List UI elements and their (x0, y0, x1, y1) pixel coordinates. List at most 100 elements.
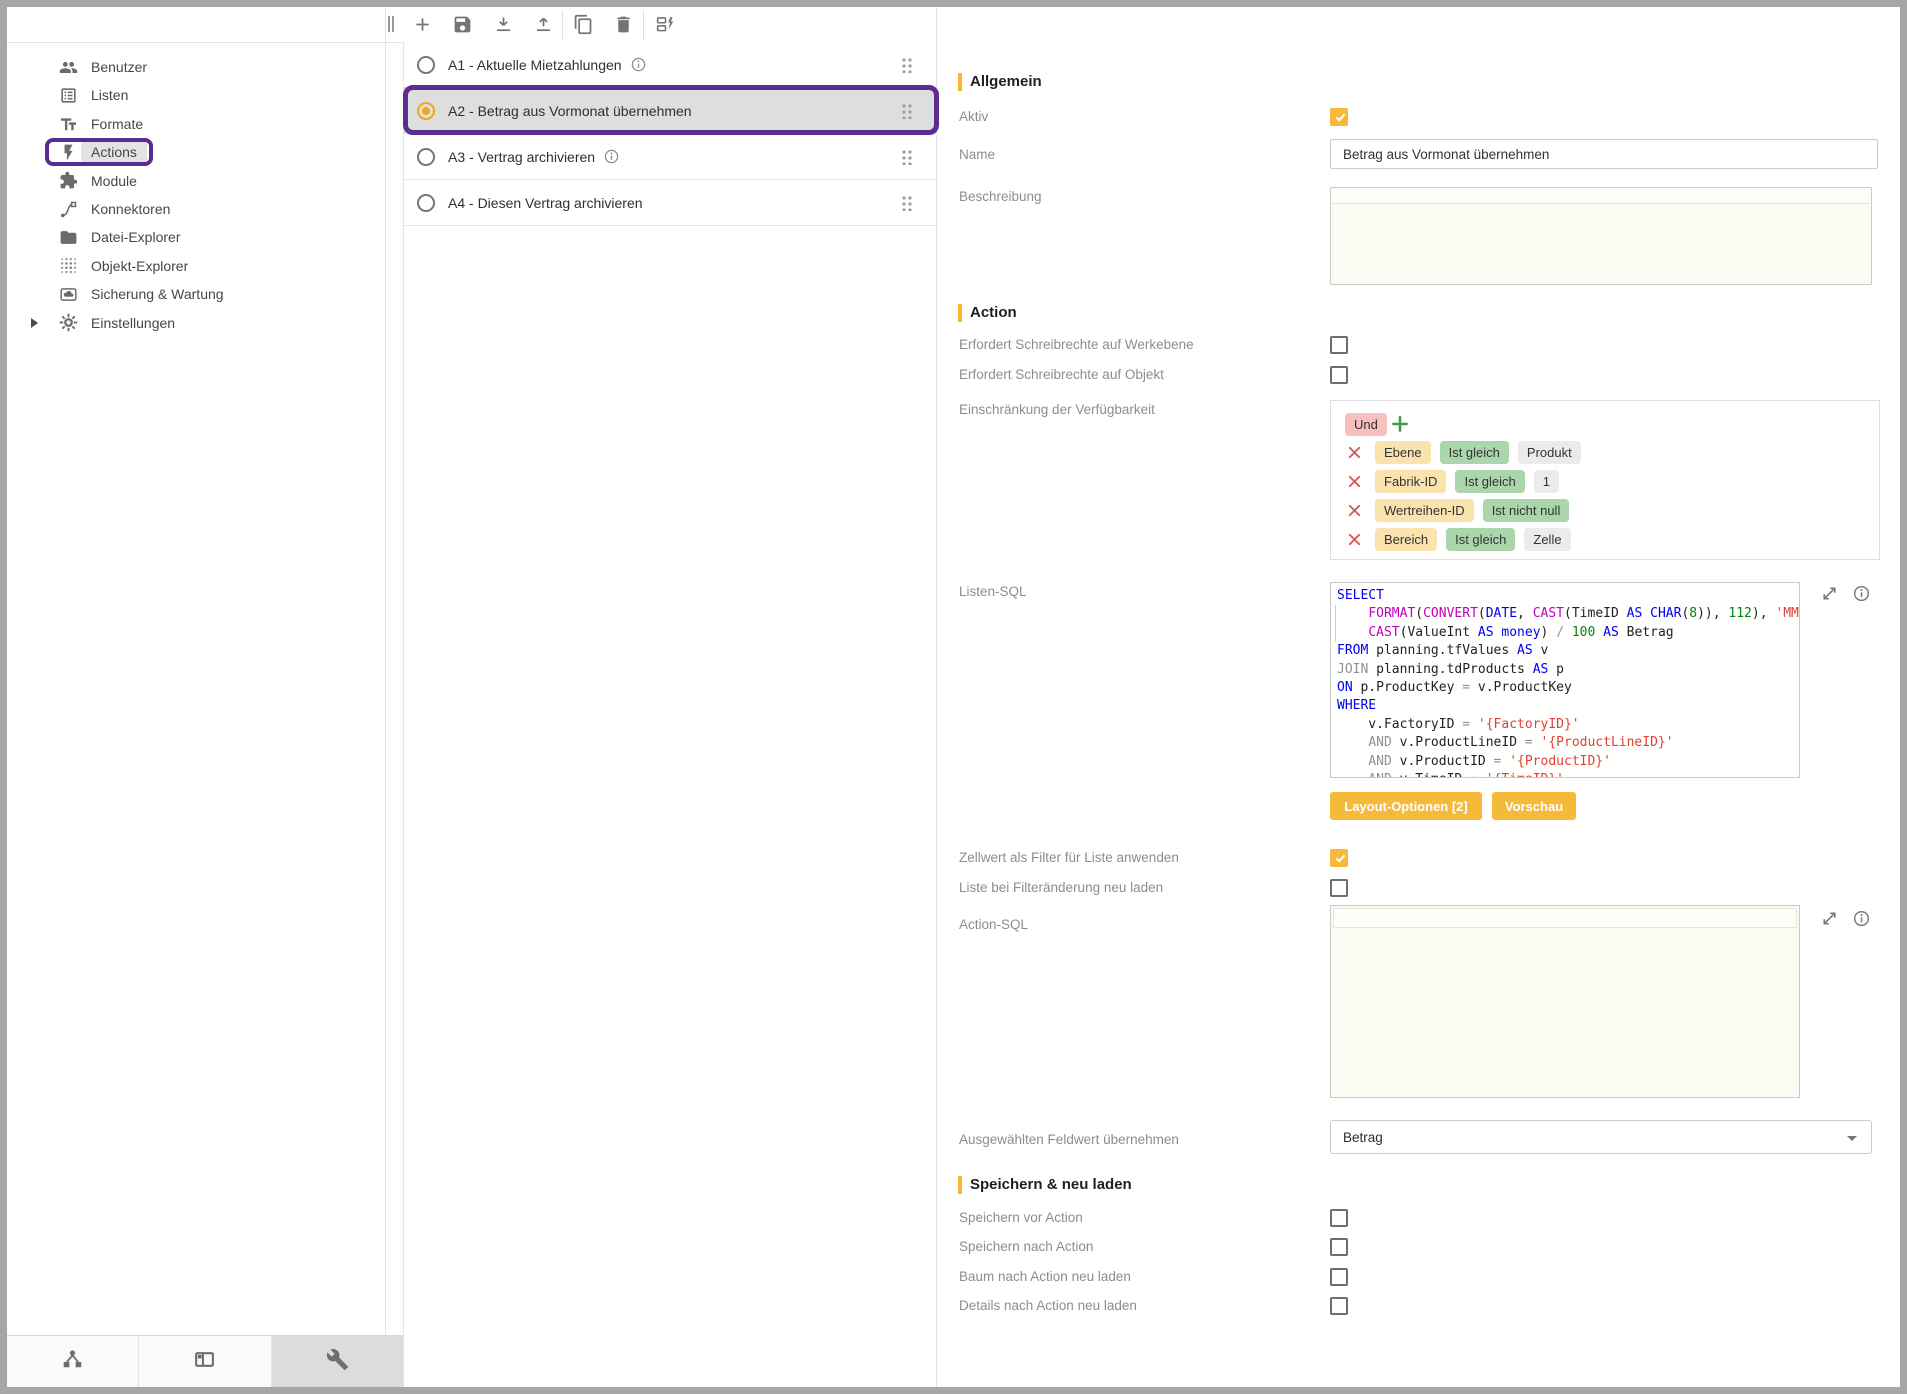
remove-condition-icon[interactable] (1347, 532, 1362, 547)
connector-icon (58, 199, 78, 219)
tree-icon (61, 1348, 84, 1376)
radio-button[interactable] (417, 148, 435, 166)
toolbar-action-list-button[interactable] (652, 11, 678, 37)
grid-icon (58, 256, 78, 276)
sidebar-item-benutzer[interactable]: Benutzer (7, 53, 385, 81)
drag-handle-icon[interactable] (901, 57, 912, 73)
section-bar (958, 1176, 962, 1194)
sidebar-item-objekt-explorer[interactable]: Objekt-Explorer (7, 252, 385, 280)
section-title-allgemein: Allgemein (970, 73, 1042, 91)
splitter-handle-icon[interactable] (388, 16, 394, 32)
condition-value-chip[interactable]: Zelle (1524, 528, 1570, 551)
sidebar-tab-tree[interactable] (7, 1336, 139, 1387)
lightning-icon (58, 142, 78, 162)
field-select-label: Ausgewählten Feldwert übernehmen (959, 1132, 1179, 1148)
sidebar-item-label: Konnektoren (91, 201, 170, 217)
layout-options-button[interactable]: Layout-Optionen [2] (1330, 792, 1482, 820)
aktiv-label: Aktiv (959, 109, 988, 125)
condition-operator-chip[interactable]: Ist gleich (1446, 528, 1515, 551)
save-option-checkbox-speichern-nach-action[interactable] (1330, 1238, 1348, 1256)
wrench-icon (326, 1348, 349, 1376)
section-title-action: Action (970, 304, 1017, 322)
action-list-item[interactable]: A4 - Diesen Vertrag archivieren (404, 180, 936, 226)
sidebar-item-module[interactable]: Module (7, 167, 385, 195)
sidebar-tab-wrench[interactable] (272, 1336, 403, 1387)
sidebar-item-sicherung-wartung[interactable]: Sicherung & Wartung (7, 280, 385, 308)
listen-sql-editor[interactable]: SELECT FORMAT(CONVERT(DATE, CAST(TimeID … (1330, 582, 1800, 778)
sql-line: FROM planning.tfValues AS v (1337, 642, 1799, 660)
info-icon[interactable] (1852, 909, 1871, 928)
beschreibung-textarea[interactable] (1330, 187, 1872, 285)
beschreibung-firstline (1332, 189, 1870, 204)
save-option-label: Speichern nach Action (959, 1239, 1093, 1255)
toolbar-download-button[interactable] (490, 11, 516, 37)
condition-field-chip[interactable]: Ebene (1375, 441, 1431, 464)
condition-row: Fabrik-ID Ist gleich 1 (1347, 469, 1559, 493)
radio-button[interactable] (417, 102, 435, 120)
sidebar-item-konnektoren[interactable]: Konnektoren (7, 195, 385, 223)
radio-button[interactable] (417, 56, 435, 74)
sidebar-item-listen[interactable]: Listen (7, 81, 385, 109)
sql-line: SELECT (1337, 587, 1799, 605)
cell-filter-checkbox[interactable] (1330, 849, 1348, 867)
listen-sql-label: Listen-SQL (959, 584, 1027, 600)
sidebar-item-datei-explorer[interactable]: Datei-Explorer (7, 223, 385, 251)
sidebar-item-formate[interactable]: Formate (7, 110, 385, 138)
toolbar-upload-button[interactable] (530, 11, 556, 37)
list-icon (58, 85, 78, 105)
condition-row: Wertreihen-ID Ist nicht null (1347, 498, 1569, 522)
toolbar-separator (643, 10, 644, 40)
save-option-label: Baum nach Action neu laden (959, 1269, 1131, 1285)
action-list-item[interactable]: A3 - Vertrag archivieren (404, 134, 936, 180)
condition-operator-chip[interactable]: Und (1345, 413, 1387, 436)
app-window: BenutzerListenFormateActionsModule Konnek… (0, 0, 1907, 1394)
condition-operator-chip[interactable]: Ist gleich (1440, 441, 1509, 464)
write-object-checkbox[interactable] (1330, 366, 1348, 384)
condition-field-chip[interactable]: Bereich (1375, 528, 1437, 551)
save-option-checkbox-baum-nach-action-neu-laden[interactable] (1330, 1268, 1348, 1286)
write-factory-checkbox[interactable] (1330, 336, 1348, 354)
condition-field-chip[interactable]: Fabrik-ID (1375, 470, 1446, 493)
drag-handle-icon[interactable] (901, 149, 912, 165)
remove-condition-icon[interactable] (1347, 474, 1362, 489)
sql-line: AND v.ProductLineID = '{ProductLineID}' (1337, 734, 1799, 752)
save-option-checkbox-details-nach-action-neu-laden[interactable] (1330, 1297, 1348, 1315)
action-list-item[interactable]: A2 - Betrag aus Vormonat übernehmen (404, 88, 936, 134)
condition-value-chip[interactable]: 1 (1534, 470, 1559, 493)
sidebar-item-actions[interactable]: Actions (7, 138, 385, 166)
sidebar-tab-layout[interactable] (139, 1336, 271, 1387)
drag-handle-icon[interactable] (901, 103, 912, 119)
sql-line: v.FactoryID = '{FactoryID}' (1337, 716, 1799, 734)
sidebar-item-einstellungen[interactable]: Einstellungen (7, 309, 385, 337)
backup-icon (58, 284, 78, 304)
remove-condition-icon[interactable] (1347, 445, 1362, 460)
toolbar-add-button[interactable] (409, 11, 435, 37)
name-input[interactable] (1330, 139, 1878, 169)
action-sql-editor[interactable] (1330, 905, 1800, 1098)
aktiv-checkbox[interactable] (1330, 108, 1348, 126)
save-option-checkbox-speichern-vor-action[interactable] (1330, 1209, 1348, 1227)
condition-operator-chip[interactable]: Ist gleich (1455, 470, 1524, 493)
toolbar-copy-button[interactable] (570, 11, 596, 37)
expand-icon[interactable] (1820, 584, 1839, 603)
condition-field-chip[interactable]: Wertreihen-ID (1375, 499, 1474, 522)
radio-button[interactable] (417, 194, 435, 212)
preview-button[interactable]: Vorschau (1492, 792, 1576, 820)
info-icon[interactable] (1852, 584, 1871, 603)
toolbar-save-button[interactable] (449, 11, 475, 37)
info-icon[interactable] (603, 148, 620, 165)
reload-list-checkbox[interactable] (1330, 879, 1348, 897)
field-select[interactable]: Betrag (1330, 1120, 1872, 1154)
toolbar-delete-button[interactable] (610, 11, 636, 37)
condition-operator-chip[interactable]: Ist nicht null (1483, 499, 1570, 522)
section-title-speichern: Speichern & neu laden (970, 1176, 1132, 1194)
action-list-item[interactable]: A1 - Aktuelle Mietzahlungen (404, 42, 936, 88)
expand-arrow-icon[interactable] (31, 318, 38, 328)
drag-handle-icon[interactable] (901, 195, 912, 211)
expand-icon[interactable] (1820, 909, 1839, 928)
info-icon[interactable] (630, 56, 647, 73)
condition-row: Ebene Ist gleich Produkt (1347, 440, 1581, 464)
remove-condition-icon[interactable] (1347, 503, 1362, 518)
condition-value-chip[interactable]: Produkt (1518, 441, 1581, 464)
add-condition-icon[interactable] (1391, 415, 1409, 433)
